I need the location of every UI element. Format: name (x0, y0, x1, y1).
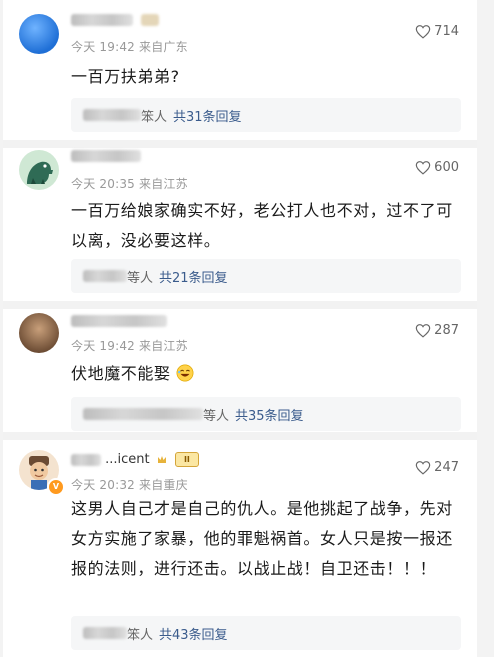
comment-meta: 今天 19:42 来自广东 (71, 40, 188, 54)
reply-names: 笨人 (127, 627, 154, 643)
username[interactable] (71, 313, 167, 329)
verified-badge-icon: V (47, 478, 65, 496)
avatar[interactable] (19, 150, 59, 190)
reply-count[interactable]: 共43条回复 (159, 624, 228, 643)
comment-text-content: 伏地魔不能娶 (71, 364, 171, 383)
like-count: 714 (434, 24, 459, 39)
like-button[interactable]: 247 (415, 460, 459, 475)
comment-meta: 今天 20:32 来自重庆 (71, 478, 188, 492)
replies-preview[interactable]: 笨人 共31条回复 (71, 98, 461, 132)
replies-preview[interactable]: 笨人 共43条回复 (71, 616, 461, 650)
dinosaur-avatar-icon (27, 161, 53, 184)
like-count: 600 (434, 160, 459, 175)
laughing-emoji-icon (176, 364, 194, 382)
avatar[interactable] (19, 14, 59, 54)
heart-outline-icon (415, 161, 431, 175)
comment-meta: 今天 20:35 来自江苏 (71, 177, 188, 191)
comment-text: 一百万扶弟弟? (71, 67, 180, 86)
replies-preview[interactable]: 等人 共21条回复 (71, 259, 461, 293)
crown-icon (157, 455, 166, 463)
divider (3, 301, 477, 309)
replies-preview[interactable]: 等人 共35条回复 (71, 397, 461, 431)
avatar[interactable] (19, 313, 59, 353)
reply-names: 等人 (203, 408, 230, 424)
divider (3, 140, 477, 148)
heart-outline-icon (415, 25, 431, 39)
like-count: 247 (434, 460, 459, 475)
like-button[interactable]: 714 (415, 24, 459, 39)
reply-count[interactable]: 共35条回复 (235, 405, 304, 424)
like-button[interactable]: 287 (415, 323, 459, 338)
username[interactable] (71, 12, 160, 28)
reply-count[interactable]: 共21条回复 (159, 267, 228, 286)
username[interactable]: ...icent II (71, 452, 199, 468)
reply-names: 笨人 (141, 109, 168, 125)
comment-text: 一百万给娘家确实不好，老公打人也不对，过不了可以离，没必要这样。 (71, 201, 453, 250)
comment-text: 伏地魔不能娶 (71, 359, 461, 389)
comment-text: 这男人自己才是自己的仇人。是他挑起了战争，先对女方实施了家暴，他的罪魁祸首。女人… (71, 499, 453, 578)
like-button[interactable]: 600 (415, 160, 459, 175)
level-badge: II (174, 452, 199, 467)
heart-outline-icon (415, 461, 431, 475)
like-count: 287 (434, 323, 459, 338)
username[interactable] (71, 148, 141, 164)
divider (3, 432, 477, 440)
reply-names: 等人 (127, 270, 154, 286)
heart-outline-icon (415, 324, 431, 338)
username-visible: ...icent (105, 452, 150, 467)
comment-list: 今天 19:42 来自广东 714 一百万扶弟弟? 笨人 共31条回复 今天 2… (3, 0, 477, 657)
comment-meta: 今天 19:42 来自江苏 (71, 339, 188, 353)
reply-count[interactable]: 共31条回复 (173, 106, 242, 125)
